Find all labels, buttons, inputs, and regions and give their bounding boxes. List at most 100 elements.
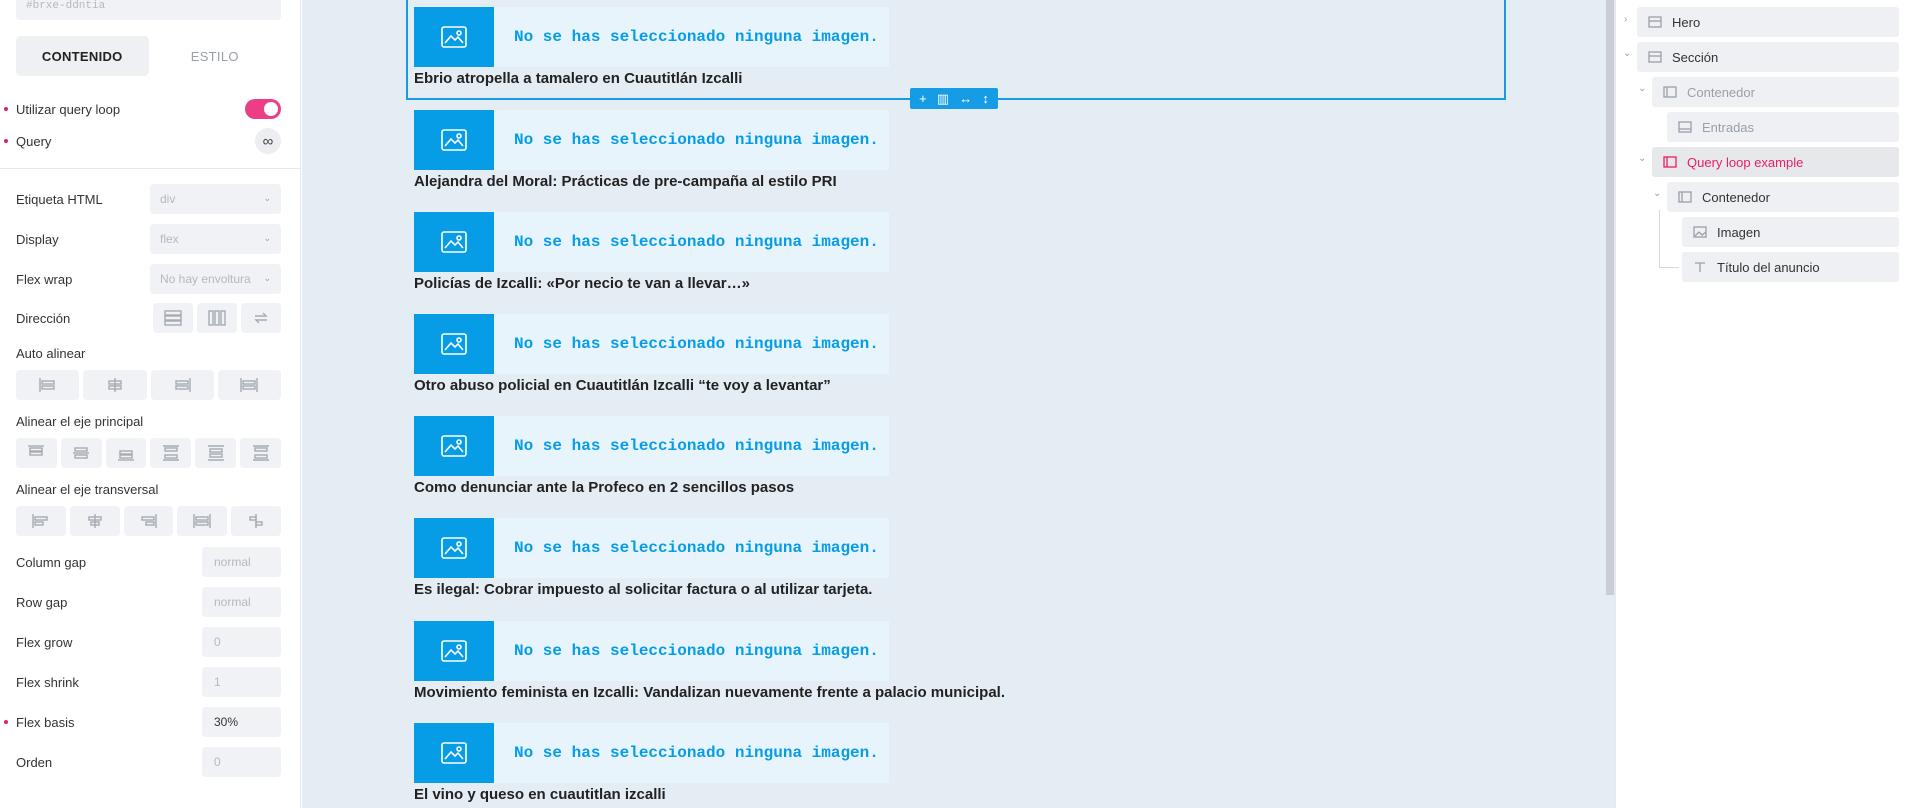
justify-between-icon [162, 445, 179, 461]
cross-axis-label: Alinear el eje transversal [16, 482, 159, 497]
order-input[interactable]: 0 [202, 747, 281, 777]
justify-end-button[interactable] [105, 438, 147, 468]
width-icon[interactable]: ↔ [959, 92, 972, 105]
query-loop-item[interactable]: No se has seleccionado ninguna imagen. C… [414, 416, 1134, 496]
container-icon [1663, 86, 1677, 98]
chevron-down-icon: ⌄ [263, 273, 271, 283]
query-control: Query ∞ [4, 126, 281, 156]
image-placeholder[interactable]: No se has seleccionado ninguna imagen. [414, 723, 889, 783]
canvas-scrollbar[interactable] [1605, 0, 1615, 808]
justify-between-button[interactable] [150, 438, 192, 468]
justify-center-button[interactable] [60, 438, 102, 468]
tab-content[interactable]: CONTENIDO [16, 36, 149, 76]
image-placeholder[interactable]: No se has seleccionado ninguna imagen. [414, 110, 889, 170]
order-control: Orden 0 [16, 747, 281, 777]
structure-node-section[interactable]: Sección [1637, 42, 1899, 72]
post-title[interactable]: Alejandra del Moral: Prácticas de pre-ca… [414, 173, 1134, 190]
image-placeholder[interactable]: No se has seleccionado ninguna imagen. [414, 416, 889, 476]
display-label: Display [16, 231, 59, 247]
flex-basis-input[interactable]: 30% [202, 707, 281, 737]
post-title[interactable]: Movimiento feminista en Izcalli: Vandali… [414, 684, 1134, 701]
flex-basis-label: Flex basis [16, 714, 75, 730]
direction-label: Dirección [16, 310, 71, 326]
structure-node-hero[interactable]: Hero [1637, 7, 1899, 37]
align-end-button[interactable] [150, 370, 214, 400]
image-placeholder[interactable]: No se has seleccionado ninguna imagen. [414, 314, 889, 374]
chevron-down-icon[interactable]: ⌄ [1638, 153, 1646, 164]
add-icon[interactable]: + [919, 92, 927, 105]
image-placeholder[interactable]: No se has seleccionado ninguna imagen. [414, 7, 889, 67]
justify-start-button[interactable] [16, 438, 57, 468]
modified-dot [4, 107, 8, 111]
image-placeholder[interactable]: No se has seleccionado ninguna imagen. [414, 212, 889, 272]
query-loop-item[interactable]: No se has seleccionado ninguna imagen. E… [414, 7, 1134, 87]
align-center-button[interactable] [83, 370, 147, 400]
height-icon[interactable]: ↕ [982, 92, 989, 105]
placeholder-message: No se has seleccionado ninguna imagen. [514, 642, 879, 660]
structure-node-image[interactable]: Imagen [1682, 217, 1899, 247]
image-placeholder[interactable]: No se has seleccionado ninguna imagen. [414, 621, 889, 681]
items-start-button[interactable] [16, 506, 66, 536]
builder-canvas[interactable]: No se has seleccionado ninguna imagen. E… [302, 0, 1605, 808]
cross-axis-buttons [16, 506, 281, 536]
items-stretch-button[interactable] [177, 506, 228, 536]
scrollbar-thumb[interactable] [1606, 0, 1614, 595]
flex-grow-input[interactable]: 0 [202, 627, 281, 657]
tab-style[interactable]: ESTILO [149, 36, 282, 76]
query-loop-item[interactable]: No se has seleccionado ninguna imagen. O… [414, 314, 1134, 394]
columns-icon [208, 310, 226, 326]
align-stretch-button[interactable] [217, 370, 281, 400]
query-loop-toggle[interactable] [245, 99, 281, 119]
container-icon [1663, 156, 1677, 168]
structure-node-container-inner[interactable]: Contenedor [1667, 182, 1899, 212]
align-start-button[interactable] [16, 370, 80, 400]
flex-shrink-input[interactable]: 1 [202, 667, 281, 697]
structure-node-container[interactable]: Contenedor [1652, 77, 1899, 107]
modified-dot [4, 720, 8, 724]
node-label: Query loop example [1687, 154, 1804, 170]
query-loop-item[interactable]: No se has seleccionado ninguna imagen. E… [414, 723, 1134, 803]
items-center-button[interactable] [69, 506, 120, 536]
image-placeholder[interactable]: No se has seleccionado ninguna imagen. [414, 518, 889, 578]
chevron-down-icon[interactable]: ⌄ [1653, 188, 1661, 199]
items-stretch-icon [193, 514, 211, 528]
post-title[interactable]: Ebrio atropella a tamalero en Cuautitlán… [414, 70, 1134, 87]
infinity-icon[interactable]: ∞ [255, 128, 281, 154]
display-select[interactable]: flex ⌄ [150, 224, 281, 254]
chevron-right-icon[interactable]: › [1624, 14, 1627, 25]
query-loop-item[interactable]: No se has seleccionado ninguna imagen. M… [414, 621, 1134, 701]
query-loop-item[interactable]: No se has seleccionado ninguna imagen. A… [414, 110, 1134, 190]
html-tag-label: Etiqueta HTML [16, 191, 103, 207]
items-baseline-button[interactable] [231, 506, 281, 536]
post-title[interactable]: Otro abuso policial en Cuautitlán Izcall… [414, 377, 1134, 394]
chevron-down-icon[interactable]: ⌄ [1638, 83, 1646, 94]
query-loop-item[interactable]: No se has seleccionado ninguna imagen. P… [414, 212, 1134, 292]
css-class-input[interactable]: #brxe-ddntia [16, 0, 281, 20]
query-loop-item[interactable]: No se has seleccionado ninguna imagen. E… [414, 518, 1134, 598]
query-loop-control: Utilizar query loop [4, 94, 281, 124]
chevron-down-icon[interactable]: ⌄ [1623, 48, 1631, 59]
flex-wrap-select[interactable]: No hay envoltura ⌄ [150, 264, 281, 294]
direction-row-button[interactable] [153, 303, 193, 333]
post-title[interactable]: Policías de Izcalli: «Por necio te van a… [414, 275, 1134, 292]
direction-column-button[interactable] [197, 303, 237, 333]
post-title[interactable]: El vino y queso en cuautitlan izcalli [414, 786, 1134, 803]
row-gap-input[interactable]: normal [202, 587, 281, 617]
items-end-button[interactable] [123, 506, 174, 536]
columns-icon[interactable]: ▥ [937, 92, 949, 105]
structure-node-entries[interactable]: Entradas [1667, 112, 1899, 142]
structure-node-query-loop[interactable]: Query loop example [1652, 147, 1899, 177]
element-settings-panel: #brxe-ddntia CONTENIDO ESTILO Utilizar q… [0, 0, 301, 808]
align-right-icon [175, 378, 191, 392]
align-stretch-icon [240, 378, 259, 392]
justify-evenly-button[interactable] [240, 438, 281, 468]
html-tag-select[interactable]: div ⌄ [150, 184, 281, 214]
column-gap-input[interactable]: normal [202, 547, 281, 577]
justify-around-button[interactable] [195, 438, 237, 468]
post-title[interactable]: Como denunciar ante la Profeco en 2 senc… [414, 479, 1134, 496]
image-icon [441, 129, 467, 151]
structure-node-post-title[interactable]: Título del anuncio [1682, 252, 1899, 282]
post-title[interactable]: Es ilegal: Cobrar impuesto al solicitar … [414, 581, 1134, 598]
direction-reverse-button[interactable] [241, 303, 281, 333]
rows-icon [164, 310, 182, 326]
